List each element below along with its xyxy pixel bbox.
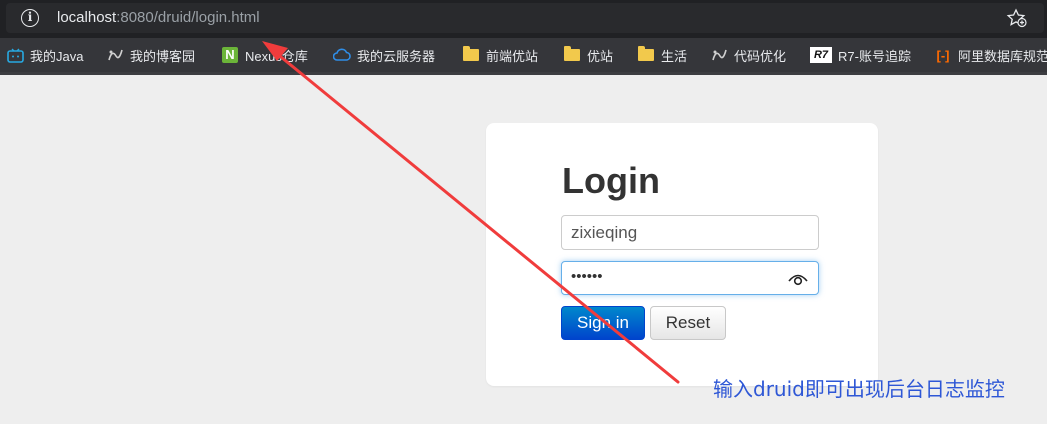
url-text[interactable]: localhost:8080/druid/login.html [57,9,260,26]
annotation-text: 输入druid即可出现后台日志监控 [713,377,1005,401]
url-host: localhost [57,9,117,26]
url-path: :8080/druid/login.html [116,9,260,26]
r7-icon: R7 [810,47,832,63]
bookmark-label: 前端优站 [486,48,539,64]
bookmark-folder-youzhan[interactable]: 优站 [563,45,613,65]
show-password-eye-icon[interactable] [787,270,809,288]
reset-button[interactable]: Reset [650,306,726,340]
toolbar-divider [0,72,1047,75]
bookmark-my-java[interactable]: 我的Java [6,45,83,65]
bookmark-my-cnblogs[interactable]: 我的博客园 [106,45,195,65]
username-input[interactable]: zixieqing [561,215,819,250]
bookmark-label: R7-账号追踪 [838,48,911,64]
bookmarks-bar: 我的Java 我的博客园 N Nexus仓库 我的云服务器 前端优站 优站 生活… [0,38,1047,72]
bookmark-folder-frontend[interactable]: 前端优站 [462,45,538,65]
bookmark-label: 我的博客园 [130,48,196,64]
bookmark-label: 阿里数据库规范 [958,48,1047,64]
login-card [486,123,878,386]
bilibili-tv-icon [6,47,24,63]
password-input[interactable]: •••••• [561,261,819,295]
folder-icon [563,46,581,63]
bookmark-label: Nexus仓库 [245,48,308,64]
folder-icon [637,46,655,63]
bookmark-label: 生活 [661,48,688,64]
browser-address-bar: i localhost:8080/druid/login.html [0,0,1047,38]
aliyun-icon: [-] [936,47,950,63]
bookmark-aliyun-db-spec[interactable]: [-] 阿里数据库规范 [934,45,1047,65]
cnblogs-icon [710,47,728,63]
password-value: •••••• [571,268,603,285]
bookmark-label: 我的云服务器 [357,48,436,64]
cnblogs-icon [106,47,124,63]
folder-icon [462,46,480,63]
nexus-n-icon: N [221,47,239,63]
info-icon[interactable]: i [21,9,39,27]
bookmark-star-icon[interactable] [1006,8,1028,28]
bookmark-label: 优站 [587,48,614,64]
bookmark-r7-tracking[interactable]: R7 R7-账号追踪 [810,45,911,65]
bookmark-cloud-server[interactable]: 我的云服务器 [333,45,435,65]
bookmark-label: 我的Java [30,48,84,64]
url-field[interactable]: i localhost:8080/druid/login.html [6,3,1044,33]
cloud-icon [333,47,351,63]
bookmark-nexus[interactable]: N Nexus仓库 [221,45,308,65]
login-title: Login [562,160,660,201]
bookmark-label: 代码优化 [734,48,787,64]
sign-in-button[interactable]: Sign in [561,306,645,340]
bookmark-folder-life[interactable]: 生活 [637,45,687,65]
bookmark-code-optimize[interactable]: 代码优化 [710,45,786,65]
